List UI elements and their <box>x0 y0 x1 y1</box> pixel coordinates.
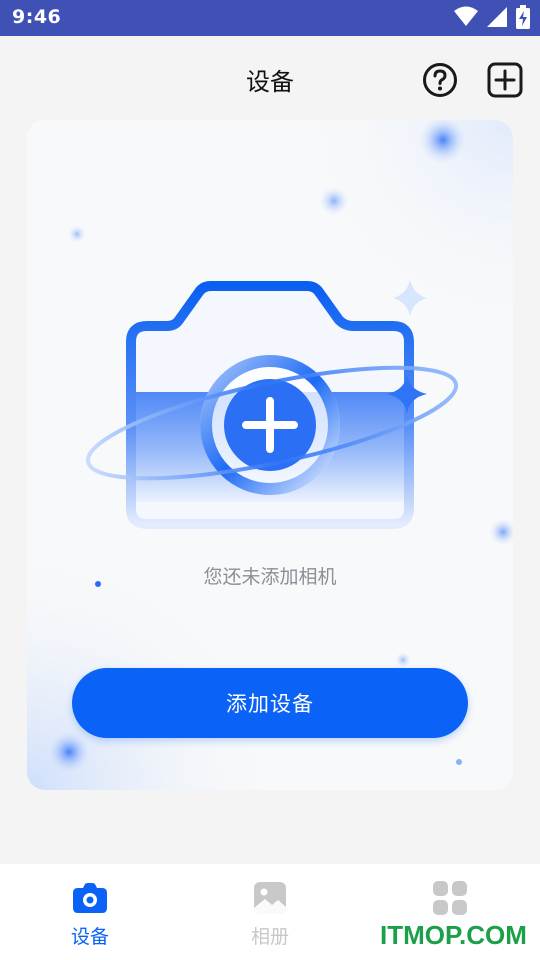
top-bar: 设备 <box>0 36 540 122</box>
page-title: 设备 <box>246 68 294 96</box>
add-button[interactable] <box>487 62 523 98</box>
add-device-button[interactable]: 添加设备 <box>72 668 468 738</box>
camera-add-illustration <box>85 280 459 529</box>
nav-item-album[interactable]: 相册 <box>180 864 360 960</box>
nav-label-album: 相册 <box>250 926 289 948</box>
help-circle-icon <box>423 63 457 97</box>
camera-icon <box>73 883 107 913</box>
add-square-icon <box>487 62 523 98</box>
nav-label-devices: 设备 <box>70 926 109 948</box>
gallery-icon <box>254 882 286 914</box>
signal-icon <box>487 7 507 27</box>
battery-charging-icon <box>516 5 530 29</box>
status-bar: 9:46 <box>0 0 540 36</box>
wifi-icon <box>454 6 478 26</box>
status-icons <box>454 5 530 29</box>
status-time: 9:46 <box>12 6 62 28</box>
watermark: ITMOP.COM <box>380 920 527 950</box>
empty-state-message: 您还未添加相机 <box>203 566 337 588</box>
empty-state-card: 您还未添加相机 添加设备 <box>27 120 513 790</box>
nav-item-devices[interactable]: 设备 <box>0 864 180 960</box>
help-button[interactable] <box>422 62 458 98</box>
grid-icon <box>433 881 467 915</box>
